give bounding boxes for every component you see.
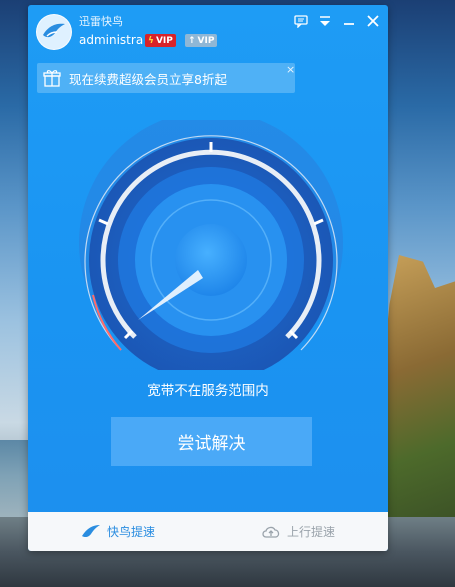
tab-speedup[interactable]: 快鸟提速 xyxy=(28,512,208,551)
cloud-upload-icon xyxy=(262,526,280,538)
minimize-icon[interactable] xyxy=(340,12,358,30)
tab-upload-speedup[interactable]: 上行提速 xyxy=(208,512,388,551)
app-name: 迅雷快鸟 xyxy=(79,15,123,28)
bottom-tab-bar: 快鸟提速 上行提速 xyxy=(28,512,388,551)
bird-logo-icon xyxy=(43,23,65,38)
close-icon[interactable] xyxy=(364,12,382,30)
speed-gauge xyxy=(79,120,343,370)
download-vip-badge[interactable]: ϟ VIP xyxy=(145,34,176,47)
lightning-icon: ϟ xyxy=(148,35,154,46)
gift-icon xyxy=(43,70,61,87)
renewal-promo-banner[interactable]: 现在续费超级会员立享8折起 xyxy=(37,63,295,93)
feedback-icon[interactable] xyxy=(292,12,310,30)
tab-speedup-label: 快鸟提速 xyxy=(106,525,155,539)
promo-text: 现在续费超级会员立享8折起 xyxy=(69,71,227,87)
try-fix-button[interactable]: 尝试解决 xyxy=(111,417,312,466)
upload-vip-label: VIP xyxy=(197,35,215,46)
dropdown-menu-icon[interactable] xyxy=(316,12,334,30)
title-bar[interactable]: 迅雷快鸟 administra ϟ VIP ↑ VIP xyxy=(28,5,388,57)
upload-vip-badge[interactable]: ↑ VIP xyxy=(185,34,218,47)
kuainiao-window: 迅雷快鸟 administra ϟ VIP ↑ VIP 现在续费超级会员立享8折… xyxy=(28,5,388,551)
promo-close-button[interactable]: × xyxy=(286,63,295,76)
status-message: 宽带不在服务范围内 xyxy=(147,383,269,399)
username: administra xyxy=(79,33,144,47)
up-arrow-icon: ↑ xyxy=(188,35,196,46)
tab-upload-speedup-label: 上行提速 xyxy=(286,525,335,539)
download-vip-label: VIP xyxy=(155,35,173,46)
avatar[interactable] xyxy=(36,14,72,50)
bird-icon xyxy=(81,524,100,537)
